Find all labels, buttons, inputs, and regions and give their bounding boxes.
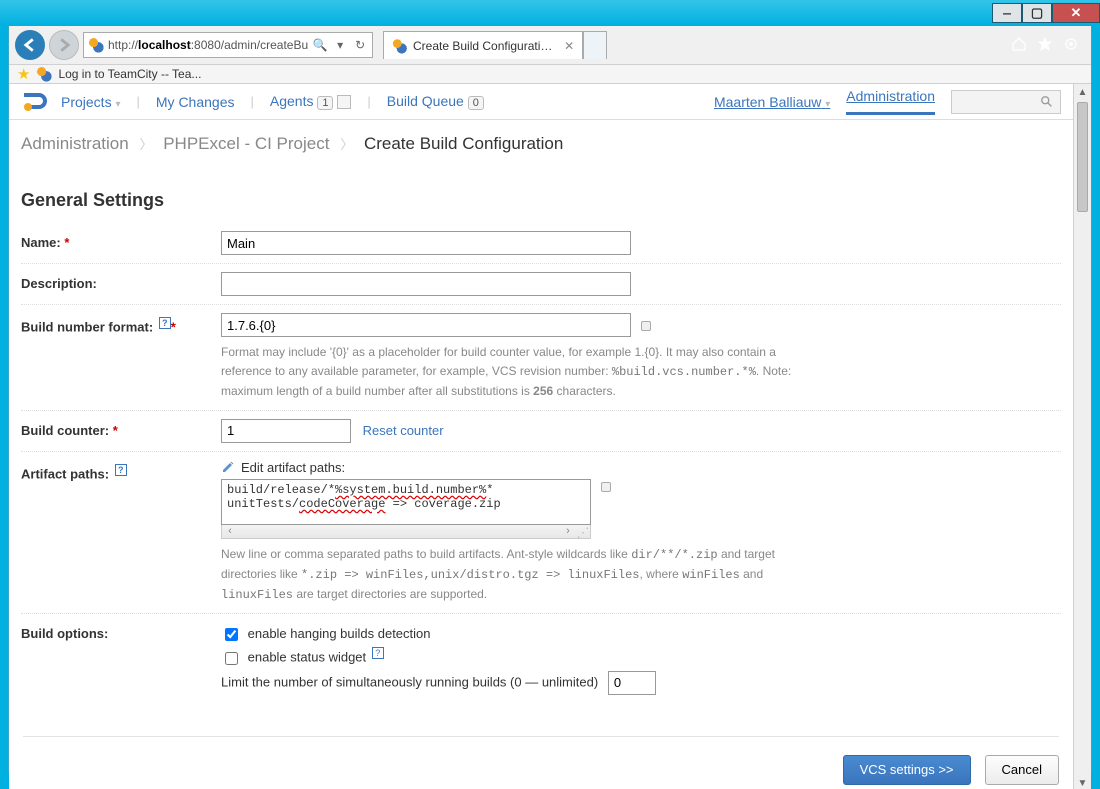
browser-address-bar[interactable]: http://localhost:8080/admin/createBu 🔍 ▾…: [83, 32, 373, 58]
footer-buttons: VCS settings >> Cancel: [9, 737, 1073, 789]
header-user-menu[interactable]: Maarten Balliauw ▾: [714, 94, 830, 110]
favorite-link[interactable]: Log in to TeamCity -- Tea...: [58, 67, 201, 81]
description-input[interactable]: [221, 272, 631, 296]
nav-build-queue[interactable]: Build Queue 0: [387, 93, 484, 110]
browser-favorites-bar: ★ Log in to TeamCity -- Tea...: [9, 64, 1091, 84]
build-number-format-input[interactable]: [221, 313, 631, 337]
address-search-icon[interactable]: 🔍: [312, 38, 328, 52]
opt-limit-input[interactable]: [608, 671, 656, 695]
browser-back-button[interactable]: [15, 30, 45, 60]
resize-grip-icon[interactable]: ⋰: [576, 525, 590, 538]
label-artifact-paths: Artifact paths:: [21, 466, 109, 481]
address-refresh-icon[interactable]: ↻: [352, 38, 368, 52]
browser-right-controls: [1011, 36, 1085, 55]
home-icon[interactable]: [1011, 36, 1027, 55]
nav-my-changes[interactable]: My Changes: [156, 94, 235, 110]
label-build-number-format: Build number format:: [21, 319, 153, 334]
help-icon[interactable]: ?: [159, 317, 171, 329]
label-description: Description:: [21, 276, 97, 291]
favorite-favicon: [36, 66, 52, 82]
opt-status-label: enable status widget: [248, 649, 367, 664]
help-icon[interactable]: ?: [372, 647, 384, 659]
crumb-current: Create Build Configuration: [364, 134, 563, 153]
nav-projects[interactable]: Projects ▾: [61, 94, 121, 110]
window-titlebar: — ▢ ✕: [0, 0, 1100, 26]
nav-agents[interactable]: Agents 1: [270, 93, 352, 110]
label-build-options: Build options:: [21, 626, 108, 641]
tc-logo[interactable]: [21, 89, 47, 115]
artifact-hint: New line or comma separated paths to bui…: [221, 545, 821, 606]
edit-artifact-paths-label: Edit artifact paths:: [221, 460, 1061, 475]
opt-status-checkbox[interactable]: [225, 652, 238, 665]
label-build-counter: Build counter:: [21, 423, 109, 438]
window-maximize-button[interactable]: ▢: [1022, 3, 1052, 23]
tab-favicon: [392, 38, 407, 54]
help-icon[interactable]: ?: [115, 464, 127, 476]
field-aux-icon[interactable]: [641, 321, 651, 331]
opt-hanging-label: enable hanging builds detection: [248, 626, 431, 641]
header-search[interactable]: [951, 90, 1061, 114]
artifact-paths-textarea[interactable]: build/release/*%system.build.number%* un…: [221, 479, 591, 525]
address-url: http://localhost:8080/admin/createBu: [108, 38, 308, 52]
tab-title: Create Build Configuration ...: [413, 39, 556, 53]
edit-icon: [221, 460, 235, 474]
page-scrollbar[interactable]: ▲ ▼: [1073, 84, 1091, 789]
section-title: General Settings: [21, 190, 1061, 211]
label-name: Name:: [21, 235, 61, 250]
browser-new-tab-button[interactable]: [583, 31, 607, 59]
name-input[interactable]: [221, 231, 631, 255]
window-close-button[interactable]: ✕: [1052, 3, 1100, 23]
vcs-settings-button[interactable]: VCS settings >>: [843, 755, 971, 785]
bnf-hint: Format may include '{0}' as a placeholde…: [221, 343, 821, 402]
window-minimize-button[interactable]: —: [992, 3, 1022, 23]
reset-counter-link[interactable]: Reset counter: [363, 423, 444, 438]
crumb-administration[interactable]: Administration: [21, 134, 129, 153]
build-counter-input[interactable]: [221, 419, 351, 443]
tab-close-icon[interactable]: ✕: [564, 39, 574, 53]
tools-gear-icon[interactable]: [1063, 36, 1079, 55]
browser-forward-button[interactable]: [49, 30, 79, 60]
textarea-scrollbar[interactable]: ‹ › ⋰: [221, 525, 591, 539]
cancel-button[interactable]: Cancel: [985, 755, 1059, 785]
field-aux-icon[interactable]: [601, 482, 611, 492]
browser-tab-active[interactable]: Create Build Configuration ... ✕: [383, 31, 583, 59]
scroll-right-icon[interactable]: ›: [560, 525, 576, 538]
scroll-left-icon[interactable]: ‹: [222, 525, 238, 538]
build-queue-count-badge: 0: [468, 96, 484, 110]
crumb-project[interactable]: PHPExcel - CI Project: [163, 134, 329, 153]
form-general-settings: General Settings Name: * Description: B: [9, 160, 1073, 736]
address-favicon: [88, 37, 104, 53]
page-content: Projects ▾ | My Changes | Agents 1 | Bui…: [9, 84, 1073, 789]
favorites-icon[interactable]: [1037, 36, 1053, 55]
breadcrumb: Administration 〉 PHPExcel - CI Project 〉…: [9, 120, 1073, 160]
browser-tabstrip: Create Build Configuration ... ✕: [383, 31, 607, 59]
agents-extra-badge: [337, 95, 351, 109]
browser-nav-bar: http://localhost:8080/admin/createBu 🔍 ▾…: [9, 26, 1091, 64]
scroll-up-icon[interactable]: ▲: [1074, 84, 1091, 102]
tc-header: Projects ▾ | My Changes | Agents 1 | Bui…: [9, 84, 1073, 120]
opt-hanging-checkbox[interactable]: [225, 628, 238, 641]
address-dropdown-icon[interactable]: ▾: [332, 38, 348, 52]
scrollbar-thumb[interactable]: [1077, 102, 1088, 212]
scroll-down-icon[interactable]: ▼: [1074, 775, 1091, 789]
header-administration[interactable]: Administration: [846, 88, 935, 115]
browser-window: http://localhost:8080/admin/createBu 🔍 ▾…: [8, 26, 1092, 773]
chevron-right-icon: 〉: [340, 137, 353, 152]
add-favorite-icon[interactable]: ★: [17, 65, 30, 83]
chevron-right-icon: 〉: [139, 137, 152, 152]
opt-limit-label: Limit the number of simultaneously runni…: [221, 674, 598, 689]
agents-count-badge: 1: [317, 96, 333, 110]
browser-viewport: Projects ▾ | My Changes | Agents 1 | Bui…: [9, 84, 1091, 789]
